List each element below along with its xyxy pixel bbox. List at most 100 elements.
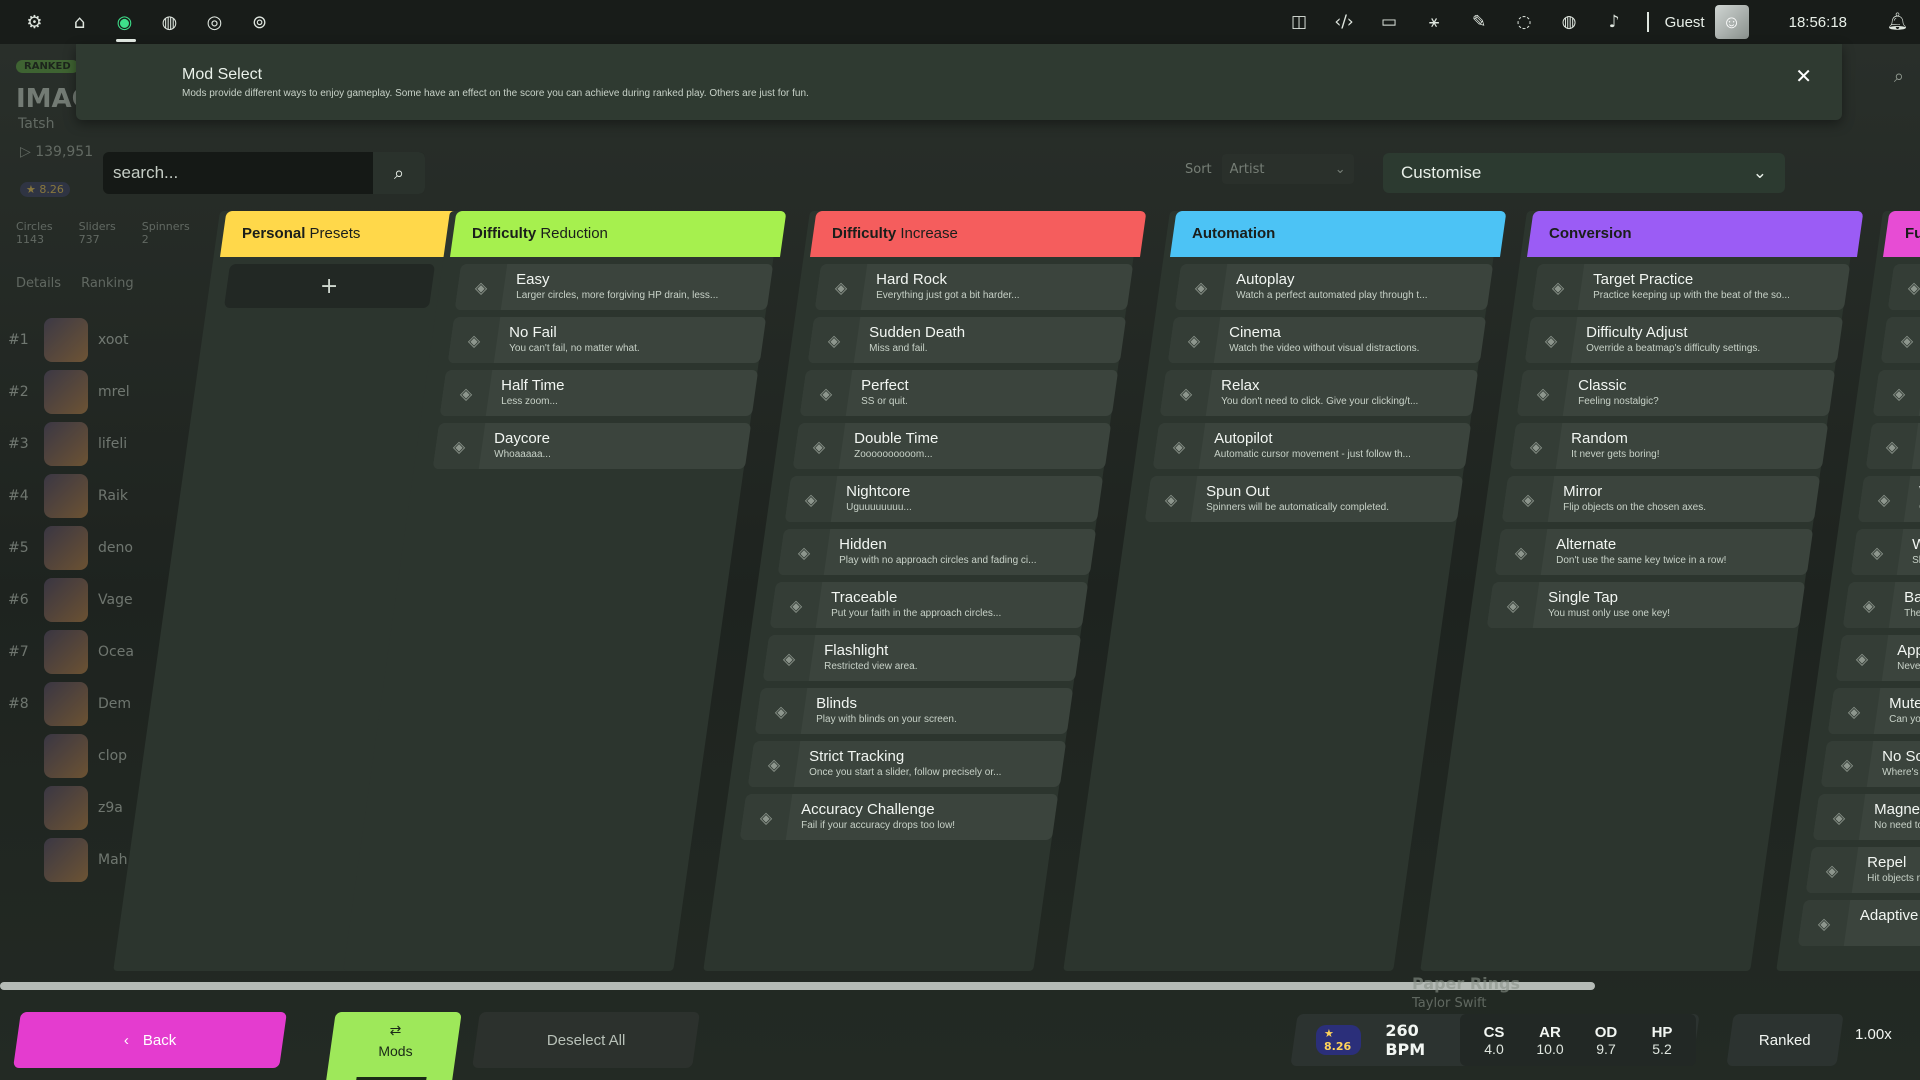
catch-ruleset-icon[interactable]: ◎ — [192, 0, 237, 44]
mod-target-practice[interactable]: ◈ Target Practice Practice keeping up with… — [1531, 264, 1851, 310]
icon-glyph: ◈ — [1870, 542, 1883, 562]
code-icon[interactable]: ‹/› — [1322, 0, 1367, 44]
edit-icon[interactable]: ✎ — [1457, 0, 1502, 44]
mod-name: Perfect — [861, 377, 909, 394]
swap-icon: ⇄ — [389, 1022, 402, 1038]
ranked-badge[interactable]: Ranked — [1726, 1014, 1844, 1066]
mouse-icon: ◈ — [1159, 370, 1213, 416]
leaderboard-row[interactable]: #1 xoot — [8, 314, 218, 366]
globe-icon[interactable]: ◍ — [1547, 0, 1592, 44]
player-name: Raik — [98, 488, 128, 504]
mod-column-fun: Fun◈◈◈◈DeHit◈WinCan◈WindSlooo◈BarrelThe … — [1776, 211, 1920, 971]
mod-single-tap[interactable]: ◈ Single Tap You must only use one key! — [1486, 582, 1806, 628]
mod-name: Sudden Death — [868, 324, 965, 341]
mod-approa[interactable]: ◈ Approa Never trust — [1835, 635, 1920, 681]
mod-double-time[interactable]: ◈ Double Time Zoooooooooom... — [792, 423, 1111, 469]
chat-icon[interactable]: ◌ — [1502, 0, 1547, 44]
mod-wind-icon[interactable]: ◈ — [1887, 264, 1920, 310]
icon-glyph: ◈ — [452, 436, 465, 456]
close-icon[interactable]: ✕ — [1795, 64, 1812, 88]
mod-accuracy-challenge[interactable]: ◈ Accuracy Challenge Fail if your accuracy… — [739, 794, 1059, 840]
mod-nightcore[interactable]: ◈ Nightcore Uguuuuuuuu... — [784, 476, 1104, 522]
mod-autoplay[interactable]: ◈ Autoplay Watch a perfect automated play … — [1174, 264, 1494, 310]
mod-description: Fail if your accuracy drops too low! — [801, 820, 956, 831]
mod-sudden-death[interactable]: ◈ Sudden Death Miss and fail. — [807, 317, 1126, 363]
search-icon[interactable]: ⌕ — [373, 152, 425, 194]
sort-control: Sort Artist ⌄ — [1185, 152, 1354, 186]
icon-glyph: ◈ — [1825, 860, 1838, 880]
column-title-rest: Increase — [896, 225, 958, 242]
mod-hard-rock[interactable]: ◈ Hard Rock Everything just got a bit hard… — [814, 264, 1134, 310]
rss-icon[interactable]: ◫ — [1277, 0, 1322, 44]
mod-strict-tracking[interactable]: ◈ Strict Tracking Once you start a slider,… — [747, 741, 1066, 787]
back-button[interactable]: ‹ Back — [13, 1012, 287, 1068]
mod-grid-icon[interactable]: ◈ — [1872, 370, 1920, 416]
horizontal-scrollbar[interactable] — [0, 982, 1595, 990]
music-icon[interactable]: ♪ — [1592, 0, 1637, 44]
mod-repel[interactable]: ◈ Repel Hit objects run awa — [1805, 847, 1920, 893]
column-title-bold: Difficulty — [472, 225, 537, 242]
mod-name: Accuracy Challenge — [801, 801, 935, 818]
mod-wind[interactable]: ◈ Wind Slooo — [1850, 529, 1920, 575]
gear-icon[interactable]: ⚙ — [12, 0, 57, 44]
mod-perfect[interactable]: ◈ Perfect SS or quit. — [799, 370, 1119, 416]
mod-barrel[interactable]: ◈ Barrel The whol — [1842, 582, 1920, 628]
mod-mirror[interactable]: ◈ Mirror Flip objects on the chosen axes. — [1501, 476, 1821, 522]
mod-classic[interactable]: ◈ Classic Feeling nostalgic? — [1516, 370, 1836, 416]
tab-details[interactable]: Details — [16, 276, 61, 291]
mod-adaptive-spe[interactable]: ◈ Adaptive Spe — [1797, 900, 1920, 946]
mod-traceable[interactable]: ◈ Traceable Put your faith in the approach… — [769, 582, 1089, 628]
sort-dropdown[interactable]: Artist ⌄ — [1221, 154, 1354, 184]
deselect-all-button[interactable]: Deselect All — [472, 1012, 700, 1068]
mod-hidden[interactable]: ◈ Hidden Play with no approach circles and… — [777, 529, 1096, 575]
mod-flashlight[interactable]: ◈ Flashlight Restricted view area. — [762, 635, 1081, 681]
mod-cinema[interactable]: ◈ Cinema Watch the video without visual di… — [1167, 317, 1486, 363]
user-button[interactable]: Guest ☺ — [1665, 5, 1749, 39]
bell-icon[interactable]: 🔔︎ — [1875, 0, 1920, 44]
search-icon[interactable]: ⌕ — [1894, 66, 1904, 87]
mod-name: Strict Tracking — [808, 748, 904, 765]
hierarchy-icon[interactable]: ⚹ — [1412, 0, 1457, 44]
mod-text: Barrel The whol — [1904, 589, 1920, 619]
mod-autopilot[interactable]: ◈ Autopilot Automatic cursor movement - ju… — [1152, 423, 1471, 469]
target-icon: ◈ — [769, 582, 823, 628]
leaderboard-tabs: Details Ranking — [16, 276, 134, 291]
tablet-icon[interactable]: ▭ — [1367, 0, 1412, 44]
mod-muted[interactable]: ◈ Muted Can you still — [1827, 688, 1920, 734]
mod-description: Restricted view area. — [823, 661, 918, 672]
mod-blinds[interactable]: ◈ Blinds Play with blinds on your screen. — [754, 688, 1074, 734]
mod-circle-icon[interactable]: ◈ — [1880, 317, 1920, 363]
mod-name: Random — [1570, 430, 1628, 447]
mod-random[interactable]: ◈ Random It never gets boring! — [1509, 423, 1828, 469]
mod-spun-out[interactable]: ◈ Spun Out Spinners will be automatically … — [1144, 476, 1464, 522]
mod-magnetised[interactable]: ◈ Magnetised No need to chase — [1812, 794, 1920, 840]
mod-half-time[interactable]: ◈ Half Time Less zoom... — [439, 370, 759, 416]
home-icon[interactable]: ⌂ — [57, 0, 102, 44]
mod-de[interactable]: ◈DeHit — [1865, 423, 1920, 469]
add-preset-button[interactable]: + — [223, 264, 436, 308]
customise-dropdown[interactable]: Customise ⌄ — [1383, 153, 1785, 193]
footer-bar: ‹ Back ⇄ Mods Deselect All ★ 8.26 260 BP… — [0, 1000, 1920, 1080]
osu-ruleset-icon[interactable]: ◉ — [102, 0, 147, 44]
mod-relax[interactable]: ◈ Relax You don't need to click. Give your… — [1159, 370, 1479, 416]
username: Guest — [1664, 13, 1705, 31]
mod-no-scope[interactable]: ◈ No Scope Where's the cur — [1820, 741, 1920, 787]
mod-difficulty-adjust[interactable]: ◈ Difficulty Adjust Override a beatmap's d… — [1524, 317, 1843, 363]
mod-no-fail[interactable]: ◈ No Fail You can't fail, no matter what. — [447, 317, 766, 363]
mod-win[interactable]: ◈WinCan — [1857, 476, 1920, 522]
avatar — [44, 578, 88, 622]
mod-alternate[interactable]: ◈ Alternate Don't use the same key twice i… — [1494, 529, 1813, 575]
mod-search-input[interactable] — [113, 163, 363, 183]
mania-ruleset-icon[interactable]: ⊚ — [237, 0, 282, 44]
icon-glyph: ◈ — [782, 648, 795, 668]
taiko-ruleset-icon[interactable]: ◍ — [147, 0, 192, 44]
sliders-icon: ◈ — [1524, 317, 1577, 363]
mod-easy[interactable]: ◈ Easy Larger circles, more forgiving HP d… — [454, 264, 774, 310]
mods-button[interactable]: ⇄ Mods — [326, 1012, 462, 1080]
mod-daycore[interactable]: ◈ Daycore Whoaaaaa... — [432, 423, 751, 469]
mod-name: Easy — [516, 271, 550, 288]
leaderboard-row[interactable]: #2 mrel — [8, 366, 218, 418]
stat-label: Spinners — [141, 220, 190, 233]
tab-ranking[interactable]: Ranking — [81, 276, 134, 291]
mod-name: Single Tap — [1548, 589, 1618, 606]
